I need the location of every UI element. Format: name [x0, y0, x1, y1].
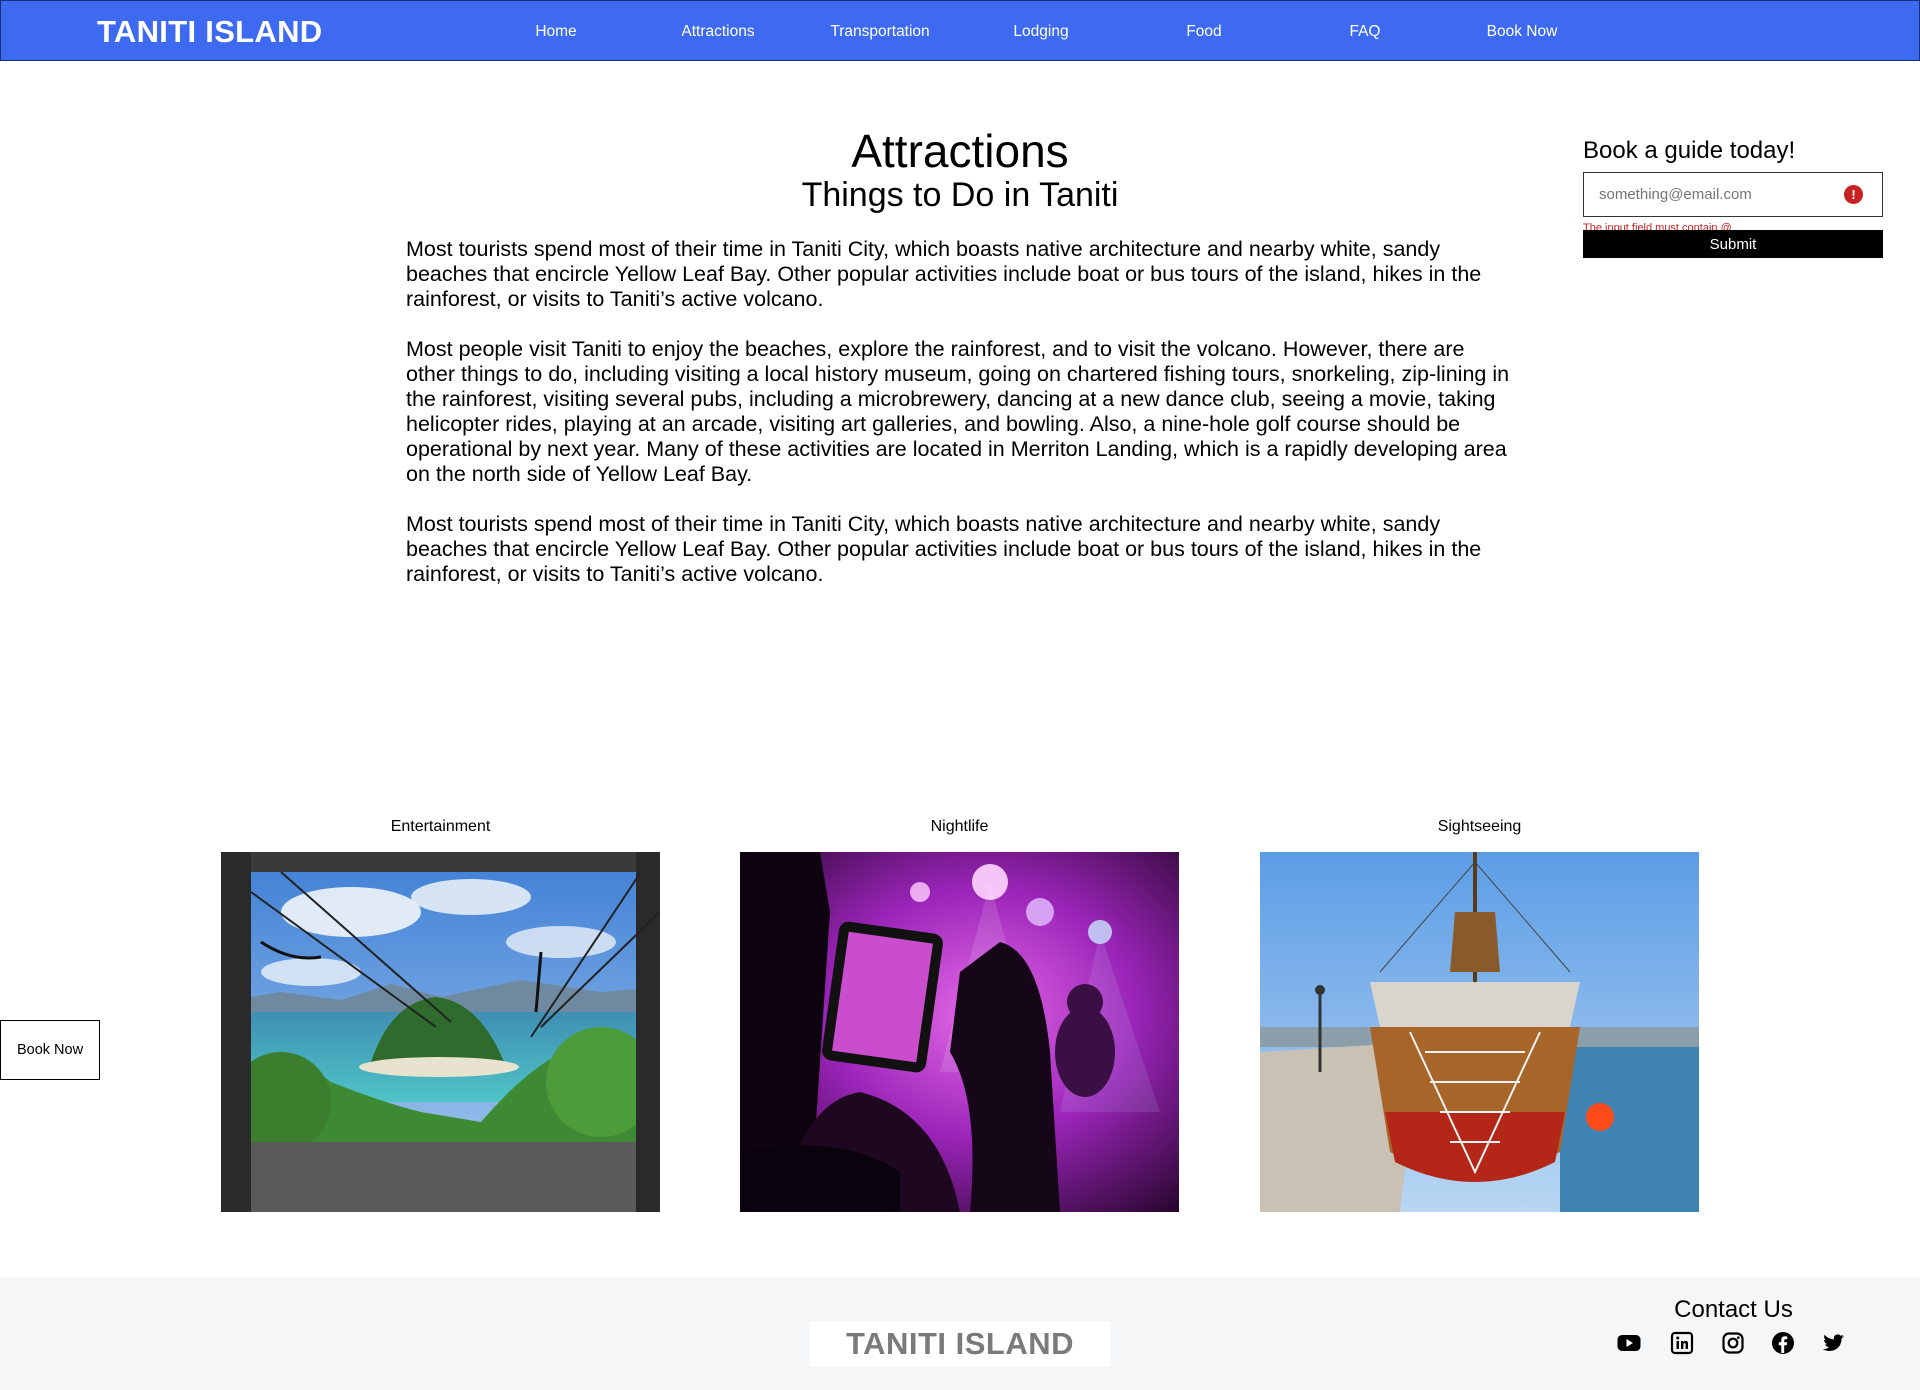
floating-book-now-button[interactable]: Book Now [0, 1020, 100, 1080]
email-input[interactable] [1584, 173, 1882, 216]
gallery-label-entertainment: Entertainment [390, 818, 491, 835]
nav-faq[interactable]: FAQ [1295, 23, 1435, 41]
facebook-icon[interactable] [1771, 1331, 1795, 1355]
email-field[interactable]: ! [1583, 172, 1883, 217]
sightseeing-photo [1260, 852, 1699, 1212]
nav-attractions[interactable]: Attractions [648, 23, 788, 41]
twitter-icon[interactable] [1821, 1331, 1845, 1355]
entertainment-photo [221, 852, 660, 1212]
content-paragraph: Most tourists spend most of their time i… [406, 512, 1482, 586]
nav-transportation[interactable]: Transportation [810, 23, 950, 41]
error-icon: ! [1844, 185, 1863, 204]
nightlife-photo [740, 852, 1179, 1212]
gallery-label-sightseeing: Sightseeing [1437, 818, 1522, 835]
footer: TANITI ISLAND Contact Us [0, 1277, 1920, 1390]
nav-home[interactable]: Home [486, 23, 626, 41]
content-paragraph: Most tourists spend most of their time i… [406, 237, 1482, 311]
nav-food[interactable]: Food [1134, 23, 1274, 41]
nav-lodging[interactable]: Lodging [971, 23, 1111, 41]
book-guide-title: Book a guide today! [1583, 137, 1796, 164]
instagram-icon[interactable] [1721, 1331, 1745, 1355]
navbar: TANITI ISLAND Home Attractions Transport… [0, 0, 1920, 61]
contact-us-title: Contact Us [1674, 1296, 1793, 1323]
youtube-icon[interactable] [1617, 1331, 1641, 1355]
footer-brand[interactable]: TANITI ISLAND [810, 1321, 1110, 1367]
content-paragraph: Most people visit Taniti to enjoy the be… [406, 337, 1510, 486]
attractions-content: Most tourists spend most of their time i… [406, 237, 1516, 612]
nav-book-now[interactable]: Book Now [1452, 23, 1592, 41]
site-brand[interactable]: TANITI ISLAND [97, 14, 322, 50]
submit-button[interactable]: Submit [1583, 230, 1883, 258]
linkedin-icon[interactable] [1670, 1331, 1694, 1355]
gallery-label-nightlife: Nightlife [930, 818, 989, 835]
